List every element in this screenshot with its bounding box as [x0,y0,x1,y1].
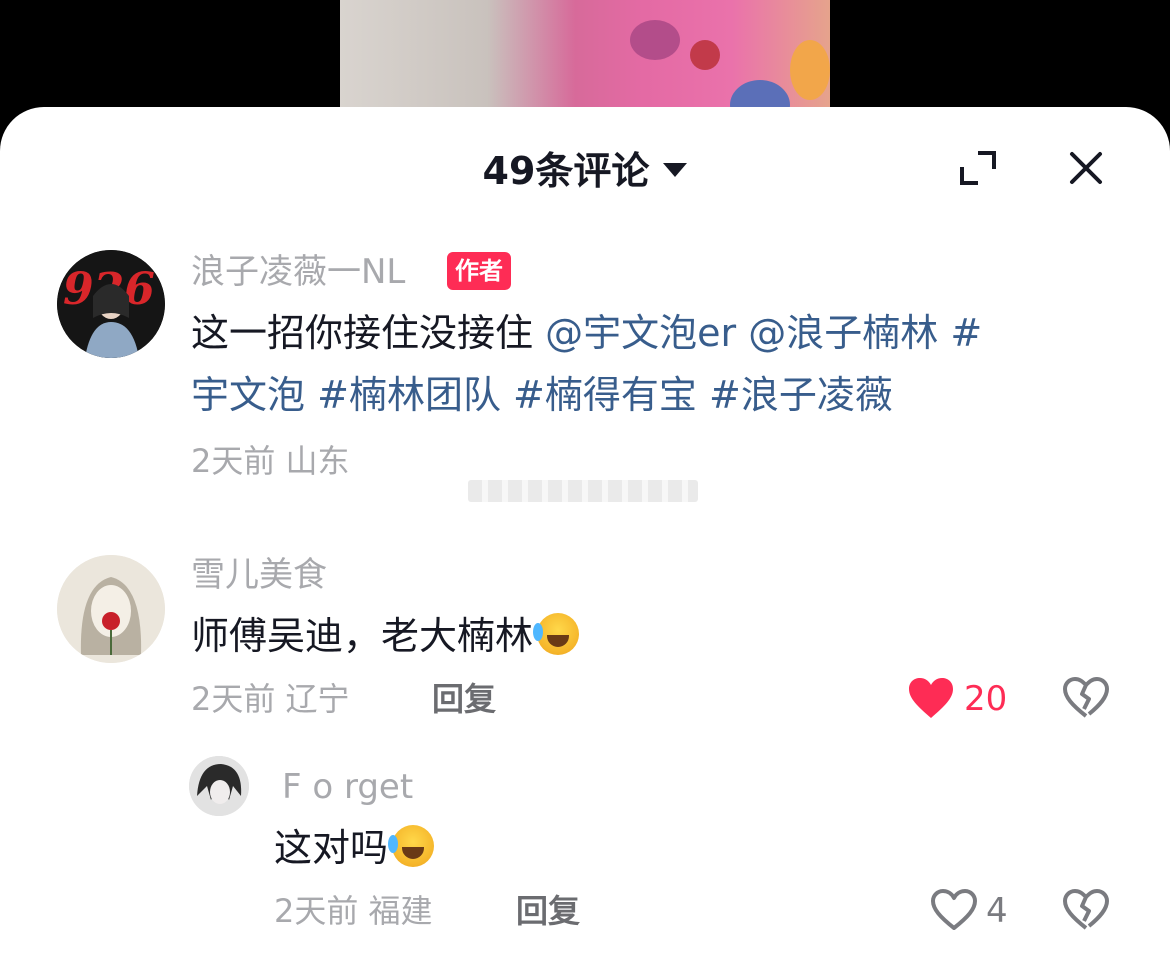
avatar[interactable] [189,756,249,816]
hashtag-link[interactable]: 宇文泡 [191,373,305,417]
comment-time: 2天前 [274,892,359,930]
like-count: 4 [986,891,1008,931]
comment-meta: 2天前 辽宁 [191,678,350,720]
mention-link[interactable]: @浪子楠林 [748,311,938,355]
comment-text: 师傅吴迪，老大楠林 [191,605,580,667]
comment-text-plain: 这一招你接住没接住 [191,311,546,355]
comment-location: 福建 [368,892,433,930]
reply-button[interactable]: 回复 [432,678,496,720]
hashtag-link[interactable]: #浪子凌薇 [709,373,893,417]
hashtag-link[interactable]: #楠得有宝 [513,373,697,417]
laughing-crying-emoji-icon [533,613,580,655]
reply-button[interactable]: 回复 [516,890,580,932]
comment-location: 山东 [285,442,350,480]
comment-count-label: 49条评论 [482,149,650,193]
video-thumbnail[interactable] [340,0,830,120]
comment-time: 2天前 [191,442,276,480]
comment-text-content: 这对吗 [274,826,389,870]
like-count: 20 [964,679,1008,719]
hashtag-link[interactable]: # [950,311,982,355]
comment-panel [0,107,1170,973]
laughing-crying-emoji-icon [388,825,435,867]
comment-text-content: 师傅吴迪，老大楠林 [191,614,534,658]
expand-icon[interactable] [958,150,998,186]
avatar[interactable] [57,555,165,663]
blurred-element [468,480,698,502]
comment-username[interactable]: 浪子凌薇一NL [191,250,405,294]
heart-filled-icon[interactable] [907,676,955,720]
comment-location: 辽宁 [285,680,350,718]
broken-heart-icon[interactable] [1062,888,1110,932]
chevron-down-icon [663,162,688,177]
avatar[interactable]: 926 [57,250,165,358]
comment-meta: 2天前 福建 [274,890,433,932]
comment-meta: 2天前 山东 [191,440,350,482]
broken-heart-icon[interactable] [1062,676,1110,720]
comment-username[interactable]: F o rget [282,765,413,809]
comment-text: 这对吗 [274,817,435,879]
comment-username[interactable]: 雪儿美食 [191,553,327,597]
comment-time: 2天前 [191,680,276,718]
hashtag-link[interactable]: #楠林团队 [317,373,501,417]
heart-outline-icon[interactable] [930,888,978,932]
author-badge: 作者 [447,252,511,290]
comment-text: 这一招你接住没接住 @宇文泡er @浪子楠林 # 宇文泡 #楠林团队 #楠得有宝… [191,302,1091,426]
close-icon[interactable] [1068,150,1104,186]
mention-link[interactable]: @宇文泡er [545,311,736,355]
